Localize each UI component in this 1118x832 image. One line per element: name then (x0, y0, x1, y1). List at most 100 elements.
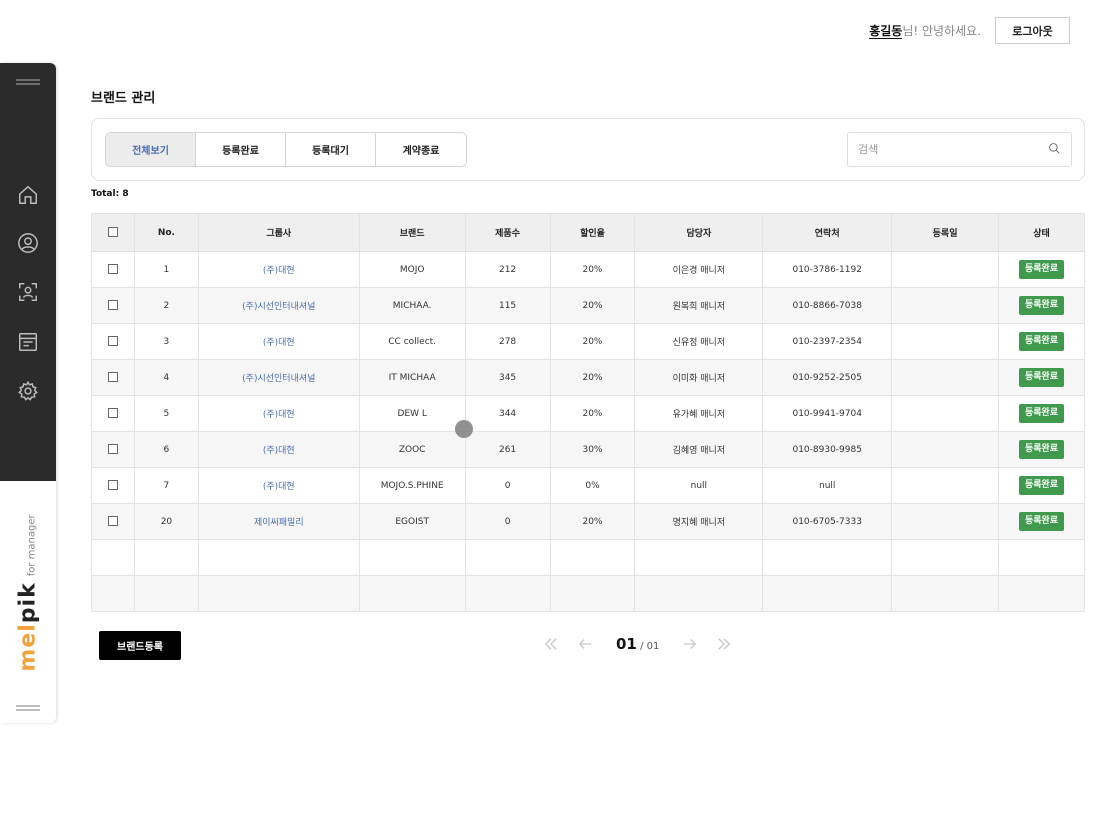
col-header[interactable]: 브랜드 (358, 213, 466, 252)
cell-group-link[interactable]: (주)시선인터내셔널 (197, 287, 360, 324)
cell-products: 0 (464, 467, 551, 504)
col-header[interactable]: 연락처 (762, 213, 893, 252)
col-header[interactable]: 담당자 (634, 213, 764, 252)
logo-area: melpik for manager (0, 503, 56, 683)
page-title: 브랜드 관리 (91, 91, 156, 106)
cell-brand: IT MICHAA (358, 359, 466, 396)
col-header[interactable]: 등록일 (891, 213, 999, 252)
cell-manager: 이은경 매니저 (634, 251, 764, 288)
cell-contact: 010-8866-7038 (762, 287, 893, 324)
status-badge[interactable]: 등록완료 (1018, 260, 1065, 279)
cell-group-link[interactable]: 제이씨패밀리 (197, 503, 360, 540)
row-checkbox[interactable] (107, 264, 118, 275)
col-header[interactable]: No. (133, 213, 199, 252)
cell-discount: 20% (549, 503, 636, 540)
table-row[interactable]: 20 제이씨패밀리 EGOIST 0 20% 명지혜 매니저 010-6705-… (91, 503, 1085, 540)
brand-register-button[interactable]: 브랜드등록 (99, 631, 181, 660)
cell-manager: 유가혜 매니저 (634, 395, 764, 432)
tab-all[interactable]: 전체보기 (106, 133, 196, 166)
tab-registered[interactable]: 등록완료 (196, 133, 286, 166)
row-checkbox[interactable] (107, 516, 118, 527)
cell-contact: 010-9941-9704 (762, 395, 893, 432)
cell-date (891, 251, 999, 288)
tab-pending[interactable]: 등록대기 (286, 133, 376, 166)
tab-contract-ended[interactable]: 계약종료 (376, 133, 466, 166)
first-page-icon[interactable] (540, 633, 562, 655)
cell-manager: 김혜영 매니저 (634, 431, 764, 468)
current-page: 01 (616, 635, 637, 653)
status-badge[interactable]: 등록완료 (1018, 512, 1065, 531)
prev-page-icon[interactable] (574, 633, 596, 655)
table-row[interactable]: 2 (주)시선인터내셔널 MICHAA. 115 20% 원복희 매니저 010… (91, 287, 1085, 324)
cell-group-link[interactable]: (주)대현 (197, 431, 360, 468)
cell-group-link[interactable]: (주)대현 (197, 395, 360, 432)
row-checkbox[interactable] (107, 300, 118, 311)
home-icon[interactable] (16, 183, 40, 207)
cell-no: 4 (133, 359, 199, 396)
select-all-cell (91, 213, 135, 252)
cell-contact: null (762, 467, 893, 504)
cell-group-link[interactable]: (주)대현 (197, 323, 360, 360)
greeting: 홍길동님! 안녕하세요. (869, 22, 981, 39)
cell-manager: 명지혜 매니저 (634, 503, 764, 540)
cell-manager: 신유정 매니저 (634, 323, 764, 360)
col-header[interactable]: 그룹사 (197, 213, 360, 252)
cell-brand: EGOIST (358, 503, 466, 540)
collapse-handle-icon[interactable] (16, 705, 40, 713)
gear-icon[interactable] (16, 379, 40, 403)
row-checkbox[interactable] (107, 444, 118, 455)
search-icon[interactable] (1048, 140, 1061, 159)
table-row[interactable]: 1 (주)대현 MOJO 212 20% 이은경 매니저 010-3786-11… (91, 251, 1085, 288)
row-checkbox[interactable] (107, 480, 118, 491)
cell-group-link[interactable]: (주)대현 (197, 467, 360, 504)
total-pages: / 01 (640, 641, 660, 652)
cell-discount: 20% (549, 359, 636, 396)
cell-date (891, 287, 999, 324)
cell-brand: DEW L (358, 395, 466, 432)
table-row[interactable]: 3 (주)대현 CC collect. 278 20% 신유정 매니저 010-… (91, 323, 1085, 360)
cell-manager: 원복희 매니저 (634, 287, 764, 324)
brand-table: No. 그룹사 브랜드 제품수 할인율 담당자 연락처 등록일 상태 1 (주)… (91, 213, 1085, 612)
row-checkbox[interactable] (107, 372, 118, 383)
window-icon[interactable] (16, 330, 40, 354)
status-badge[interactable]: 등록완료 (1018, 404, 1065, 423)
row-checkbox[interactable] (107, 408, 118, 419)
cell-products: 115 (464, 287, 551, 324)
cell-products: 344 (464, 395, 551, 432)
cell-group-link[interactable]: (주)시선인터내셔널 (197, 359, 360, 396)
row-checkbox[interactable] (107, 336, 118, 347)
status-badge[interactable]: 등록완료 (1018, 368, 1065, 387)
table-row[interactable]: 4 (주)시선인터내셔널 IT MICHAA 345 20% 이미화 매니저 0… (91, 359, 1085, 396)
logout-button[interactable]: 로그아웃 (995, 17, 1070, 44)
sidebar-nav-panel (0, 63, 56, 481)
select-all-checkbox[interactable] (107, 227, 118, 238)
cell-date (891, 503, 999, 540)
table-row[interactable]: 6 (주)대현 ZOOC 261 30% 김혜영 매니저 010-8930-99… (91, 431, 1085, 468)
user-icon[interactable] (16, 231, 40, 255)
cell-date (891, 359, 999, 396)
status-badge[interactable]: 등록완료 (1018, 332, 1065, 351)
table-row[interactable]: 5 (주)대현 DEW L 344 20% 유가혜 매니저 010-9941-9… (91, 395, 1085, 432)
last-page-icon[interactable] (713, 633, 735, 655)
col-header[interactable]: 할인율 (549, 213, 636, 252)
cell-no: 3 (133, 323, 199, 360)
cell-brand: CC collect. (358, 323, 466, 360)
status-badge[interactable]: 등록완료 (1018, 296, 1065, 315)
table-row[interactable]: 7 (주)대현 MOJO.S.PHINE 0 0% null null 등록완료 (91, 467, 1085, 504)
cell-brand: ZOOC (358, 431, 466, 468)
col-header[interactable]: 제품수 (464, 213, 551, 252)
cell-contact: 010-6705-7333 (762, 503, 893, 540)
status-badge[interactable]: 등록완료 (1018, 440, 1065, 459)
cell-contact: 010-2397-2354 (762, 323, 893, 360)
search-input[interactable] (858, 143, 1048, 156)
cell-group-link[interactable]: (주)대현 (197, 251, 360, 288)
user-scan-icon[interactable] (16, 280, 40, 304)
pagination: 01 / 01 (534, 632, 741, 656)
menu-toggle-icon[interactable] (16, 79, 40, 87)
cell-contact: 010-3786-1192 (762, 251, 893, 288)
next-page-icon[interactable] (679, 633, 701, 655)
cell-no: 7 (133, 467, 199, 504)
cell-products: 278 (464, 323, 551, 360)
status-badge[interactable]: 등록완료 (1018, 476, 1065, 495)
col-header[interactable]: 상태 (998, 213, 1085, 252)
